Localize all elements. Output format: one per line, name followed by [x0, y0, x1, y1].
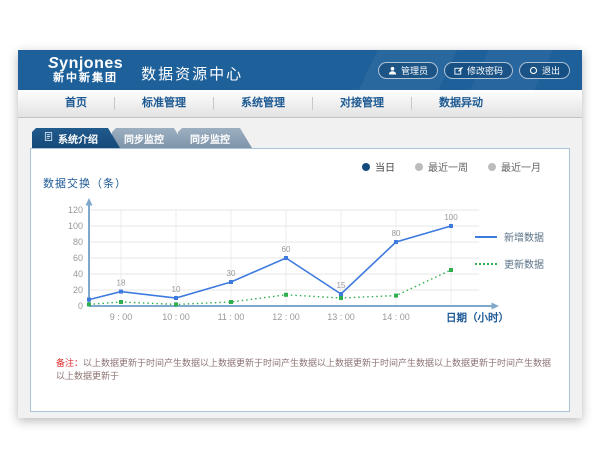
svg-text:18: 18 [117, 279, 126, 288]
tab-system-intro[interactable]: 系统介绍 [32, 128, 120, 148]
chart-panel: 当日 最近一周 最近一月 数据交换（条） 0 20 40 60 80 100 120 9 : … [30, 148, 570, 412]
footnote-prefix: 备注： [56, 358, 83, 368]
brand-logo[interactable]: Synjones 新中新集团 [48, 56, 123, 84]
tab-sync-monitor-2[interactable]: 同步监控 [178, 128, 252, 148]
svg-text:10 : 00: 10 : 00 [162, 312, 190, 322]
svg-text:60: 60 [282, 245, 291, 254]
svg-text:10: 10 [172, 285, 181, 294]
legend-item-new-data[interactable]: 新增数据 [475, 229, 551, 244]
radio-today[interactable]: 当日 [362, 159, 395, 174]
edit-icon [454, 66, 463, 75]
svg-text:0: 0 [78, 301, 83, 311]
legend-label: 新增数据 [504, 229, 544, 244]
svg-text:120: 120 [68, 205, 83, 215]
nav-item-home[interactable]: 首页 [38, 97, 115, 110]
svg-text:日期（小时）: 日期（小时） [446, 311, 509, 324]
svg-text:14 : 00: 14 : 00 [382, 312, 410, 322]
svg-text:80: 80 [392, 229, 401, 238]
legend-item-update-data[interactable]: 更新数据 [475, 256, 551, 271]
radio-dot [415, 163, 423, 171]
main-nav: 首页 标准管理 系统管理 对接管理 数据异动 [18, 90, 582, 118]
change-password-button[interactable]: 修改密码 [444, 62, 513, 79]
brand-logo-cn: 新中新集团 [48, 73, 123, 85]
svg-text:13 : 00: 13 : 00 [327, 312, 355, 322]
tab-label: 同步监控 [190, 131, 230, 146]
header-actions: 管理员 修改密码 退出 [378, 50, 570, 90]
legend-label: 更新数据 [504, 256, 544, 271]
nav-item-data-change[interactable]: 数据异动 [412, 97, 510, 110]
change-password-label: 修改密码 [467, 64, 503, 77]
tab-label: 系统介绍 [58, 131, 98, 146]
svg-text:40: 40 [73, 269, 83, 279]
svg-text:100: 100 [444, 213, 458, 222]
footnote-text: 以上数据更新于时间产生数据以上数据更新于时间产生数据以上数据更新于时间产生数据以… [56, 358, 551, 381]
svg-text:20: 20 [73, 285, 83, 295]
green-dotted-line-sample [475, 263, 497, 265]
svg-text:12 : 00: 12 : 00 [272, 312, 300, 322]
nav-item-interface-mgmt[interactable]: 对接管理 [313, 97, 412, 110]
logout-label: 退出 [542, 64, 560, 77]
nav-item-system-mgmt[interactable]: 系统管理 [214, 97, 313, 110]
app-header: Synjones 新中新集团 数据资源中心 管理员 修改密码 退出 [18, 50, 582, 90]
radio-dot [362, 163, 370, 171]
app-window: Synjones 新中新集团 数据资源中心 管理员 修改密码 退出 [18, 50, 582, 418]
brand-logo-en: Synjones [48, 56, 123, 73]
y-axis-title: 数据交换（条） [43, 175, 127, 191]
svg-text:15: 15 [337, 281, 346, 290]
footnote: 备注：以上数据更新于时间产生数据以上数据更新于时间产生数据以上数据更新于时间产生… [56, 356, 555, 382]
chart-legend: 新增数据 更新数据 [475, 229, 551, 271]
document-icon [44, 132, 53, 144]
svg-text:9 : 00: 9 : 00 [110, 312, 133, 322]
radio-label: 当日 [375, 159, 395, 174]
user-icon [388, 66, 397, 75]
page-background: Synjones 新中新集团 数据资源中心 管理员 修改密码 退出 [0, 0, 600, 450]
radio-last-week[interactable]: 最近一周 [415, 159, 468, 174]
nav-item-standard-mgmt[interactable]: 标准管理 [115, 97, 214, 110]
blue-solid-line-sample [475, 236, 497, 238]
svg-text:100: 100 [68, 221, 83, 231]
radio-label: 最近一月 [501, 159, 541, 174]
time-range-filter: 当日 最近一周 最近一月 [362, 159, 541, 174]
radio-last-month[interactable]: 最近一月 [488, 159, 541, 174]
line-chart: 0 20 40 60 80 100 120 9 : 00 10 : 00 11 : 00 12 : … [59, 191, 511, 331]
tab-sync-monitor-1[interactable]: 同步监控 [112, 128, 186, 148]
logout-button[interactable]: 退出 [519, 62, 570, 79]
chart-area: 0 20 40 60 80 100 120 9 : 00 10 : 00 11 : 00 12 : … [59, 191, 511, 336]
user-button[interactable]: 管理员 [378, 62, 438, 79]
radio-dot [488, 163, 496, 171]
radio-label: 最近一周 [428, 159, 468, 174]
content-area: 系统介绍 同步监控 同步监控 当日 最近一周 [18, 118, 582, 412]
svg-text:30: 30 [227, 269, 236, 278]
svg-text:80: 80 [73, 237, 83, 247]
user-button-label: 管理员 [401, 64, 428, 77]
svg-text:11 : 00: 11 : 00 [218, 312, 245, 322]
tab-label: 同步监控 [124, 131, 164, 146]
svg-text:60: 60 [73, 253, 83, 263]
power-icon [529, 66, 538, 75]
app-title: 数据资源中心 [141, 63, 243, 84]
tab-bar: 系统介绍 同步监控 同步监控 [32, 128, 570, 148]
